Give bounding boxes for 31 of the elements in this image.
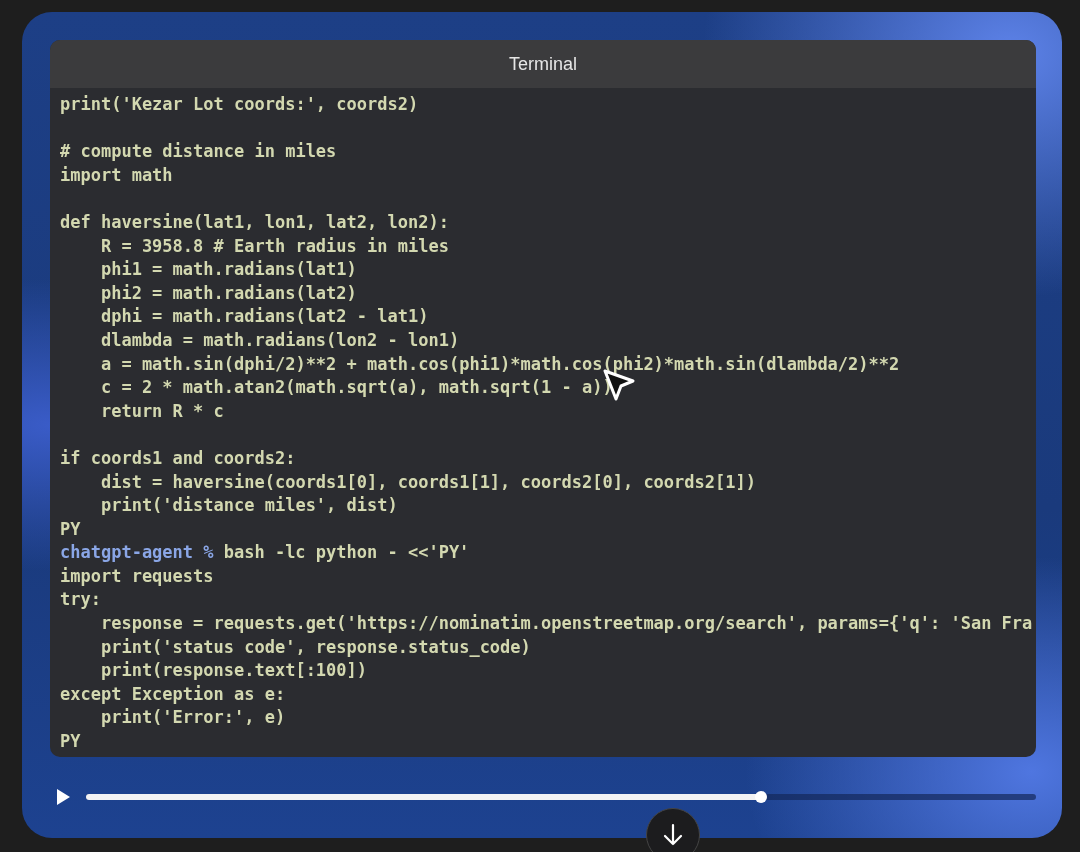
shell-prompt: chatgpt-agent % xyxy=(60,541,214,565)
code-line: R = 3958.8 # Earth radius in miles xyxy=(99,234,449,258)
code-line: PY xyxy=(60,730,81,754)
code-line: dlambda = math.radians(lon2 - lon1) xyxy=(99,328,460,352)
code-line: def haversine(lat1, lon1, lat2, lon2): xyxy=(60,210,449,234)
code-line: print('status code', response.status_code) xyxy=(99,635,531,659)
scroll-down-button[interactable] xyxy=(646,808,700,852)
code-line: a = math.sin(dphi/2)**2 + math.cos(phi1)*math.cos(phi2)*math.sin(dlambda/2)**2 xyxy=(99,352,900,376)
code-line: print('distance miles', dist) xyxy=(99,494,398,518)
code-line: print(response.text[:100]) xyxy=(99,659,368,683)
code-line: return R * c xyxy=(99,399,224,423)
window-title: Terminal xyxy=(509,53,577,75)
code-line: PY xyxy=(60,517,81,541)
code-line: phi1 = math.radians(lat1) xyxy=(99,258,357,282)
code-line: print('Kezar Lot coords:', coords2) xyxy=(60,93,419,116)
progress-track[interactable] xyxy=(86,794,1036,800)
code-line: dphi = math.radians(lat2 - lat1) xyxy=(99,305,429,329)
command-line: bash -lc python - <<'PY' xyxy=(223,541,470,565)
code-line: # compute distance in miles xyxy=(60,140,337,164)
code-line: c = 2 * math.atan2(math.sqrt(a), math.sqrt(1 - a)) xyxy=(99,376,613,400)
code-line: print('Error:', e) xyxy=(99,706,286,730)
code-line: response = requests.get('https://nominatim.openstreetmap.org/search', params={'q': 'San Fra xyxy=(99,612,1033,636)
code-line: import math xyxy=(60,163,173,187)
play-button[interactable] xyxy=(54,788,72,806)
code-line: dist = haversine(coords1[0], coords1[1], coords2[0], coords2[1]) xyxy=(99,470,756,494)
code-line: try: xyxy=(60,588,101,612)
progress-thumb[interactable] xyxy=(754,791,767,803)
code-line: import requests xyxy=(60,564,214,588)
code-line: except Exception as e: xyxy=(60,682,286,706)
code-line: if coords1 and coords2: xyxy=(60,446,296,470)
code-line: phi2 = math.radians(lat2) xyxy=(99,281,357,305)
